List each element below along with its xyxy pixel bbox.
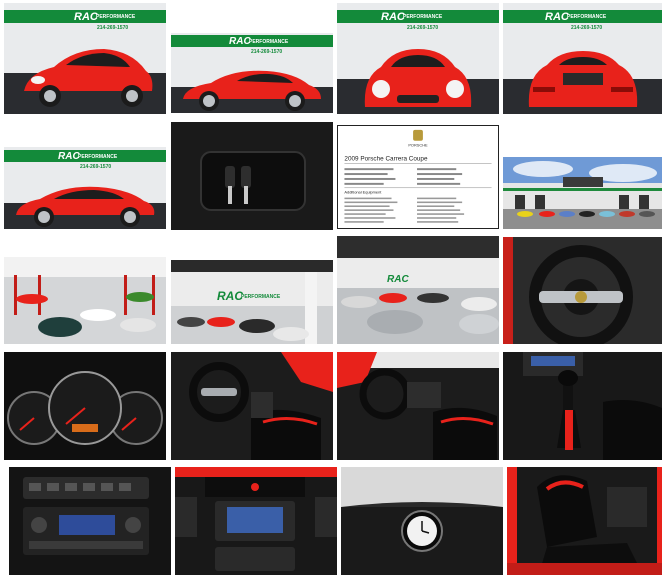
porsche-crest-icon bbox=[575, 291, 587, 303]
banner-phone: 214-269-1570 bbox=[251, 49, 282, 55]
sticker-graphic: PORSCHE 2009 Porsche Carrera Coupe Addit… bbox=[338, 126, 498, 228]
showroom-floor-brand: RAC bbox=[387, 274, 409, 285]
photo-car-side-left[interactable]: RAC PERFORMANCE 214-269-1570 bbox=[4, 147, 166, 229]
photo-showroom-sign[interactable]: RAC PERFORMANCE bbox=[171, 260, 333, 344]
photo-showroom-red-lifts[interactable] bbox=[4, 257, 166, 344]
photo-car-front-three-quarter[interactable]: RAC PERFORMANCE 214-269-1570 bbox=[4, 3, 166, 114]
clock-photo-graphic bbox=[341, 467, 503, 575]
photo-showroom-floor[interactable]: RAC bbox=[337, 236, 499, 344]
photo-keys-on-leather[interactable] bbox=[171, 122, 333, 230]
showroom-sign-word: PERFORMANCE bbox=[241, 294, 281, 300]
showroom-photo-graphic: RAC bbox=[337, 236, 499, 344]
interior-photo-graphic bbox=[503, 352, 662, 460]
interior-photo-graphic bbox=[503, 237, 662, 344]
photo-car-side-right[interactable]: RAC PERFORMANCE 214-269-1570 bbox=[171, 33, 333, 113]
seat-photo-graphic bbox=[507, 467, 662, 575]
showroom-sign-brand: RAC bbox=[217, 289, 243, 303]
photo-passenger-interior[interactable] bbox=[337, 352, 499, 460]
photo-dash-navigation[interactable] bbox=[175, 467, 337, 575]
console-photo-graphic bbox=[175, 467, 337, 575]
sticker-title: 2009 Porsche Carrera Coupe bbox=[344, 155, 428, 162]
car-photo-graphic: RAC PERFORMANCE 214-269-1570 bbox=[171, 33, 333, 113]
photo-dash-clock[interactable] bbox=[341, 467, 503, 575]
photo-gauge-cluster[interactable] bbox=[4, 352, 166, 460]
gauges-photo-graphic bbox=[4, 352, 166, 460]
photo-seat-side-view[interactable] bbox=[507, 467, 662, 575]
sticker-section: Additional Equipment bbox=[344, 190, 382, 195]
showroom-photo-graphic: RAC PERFORMANCE bbox=[171, 260, 333, 344]
photo-driver-interior[interactable] bbox=[171, 352, 333, 460]
interior-photo-graphic bbox=[337, 352, 499, 460]
banner-phone: 214-269-1570 bbox=[97, 25, 128, 31]
photo-car-front[interactable]: RAC PERFORMANCE 214-269-1570 bbox=[337, 3, 499, 114]
photo-center-console-stereo[interactable] bbox=[9, 467, 171, 575]
car-photo-graphic: RAC PERFORMANCE 214-269-1570 bbox=[337, 3, 499, 114]
banner-phone: 214-269-1570 bbox=[407, 25, 438, 31]
banner-word: PERFORMANCE bbox=[78, 154, 118, 160]
photo-dealership-building[interactable] bbox=[503, 157, 662, 229]
banner-word: PERFORMANCE bbox=[403, 14, 443, 20]
console-photo-graphic bbox=[9, 467, 171, 575]
banner-phone: 214-269-1570 bbox=[80, 164, 111, 170]
showroom-photo-graphic bbox=[4, 257, 166, 344]
sticker-brand: PORSCHE bbox=[408, 143, 428, 148]
car-photo-graphic: RAC PERFORMANCE 214-269-1570 bbox=[4, 3, 166, 114]
photo-steering-wheel[interactable] bbox=[503, 237, 662, 344]
banner-word: PERFORMANCE bbox=[567, 14, 607, 20]
interior-photo-graphic bbox=[171, 352, 333, 460]
keys-photo-graphic bbox=[171, 122, 333, 230]
banner-word: PERFORMANCE bbox=[96, 14, 136, 20]
car-photo-graphic: RAC PERFORMANCE 214-269-1570 bbox=[4, 147, 166, 229]
porsche-crest-icon bbox=[413, 129, 423, 141]
building-photo-graphic bbox=[503, 157, 662, 229]
photo-window-sticker[interactable]: PORSCHE 2009 Porsche Carrera Coupe Addit… bbox=[337, 125, 499, 229]
photo-car-rear[interactable]: RAC PERFORMANCE 214-269-1570 bbox=[503, 3, 662, 114]
banner-word: PERFORMANCE bbox=[249, 39, 289, 45]
banner-phone: 214-269-1570 bbox=[571, 25, 602, 31]
car-photo-graphic: RAC PERFORMANCE 214-269-1570 bbox=[503, 3, 662, 114]
photo-shifter[interactable] bbox=[503, 352, 662, 460]
